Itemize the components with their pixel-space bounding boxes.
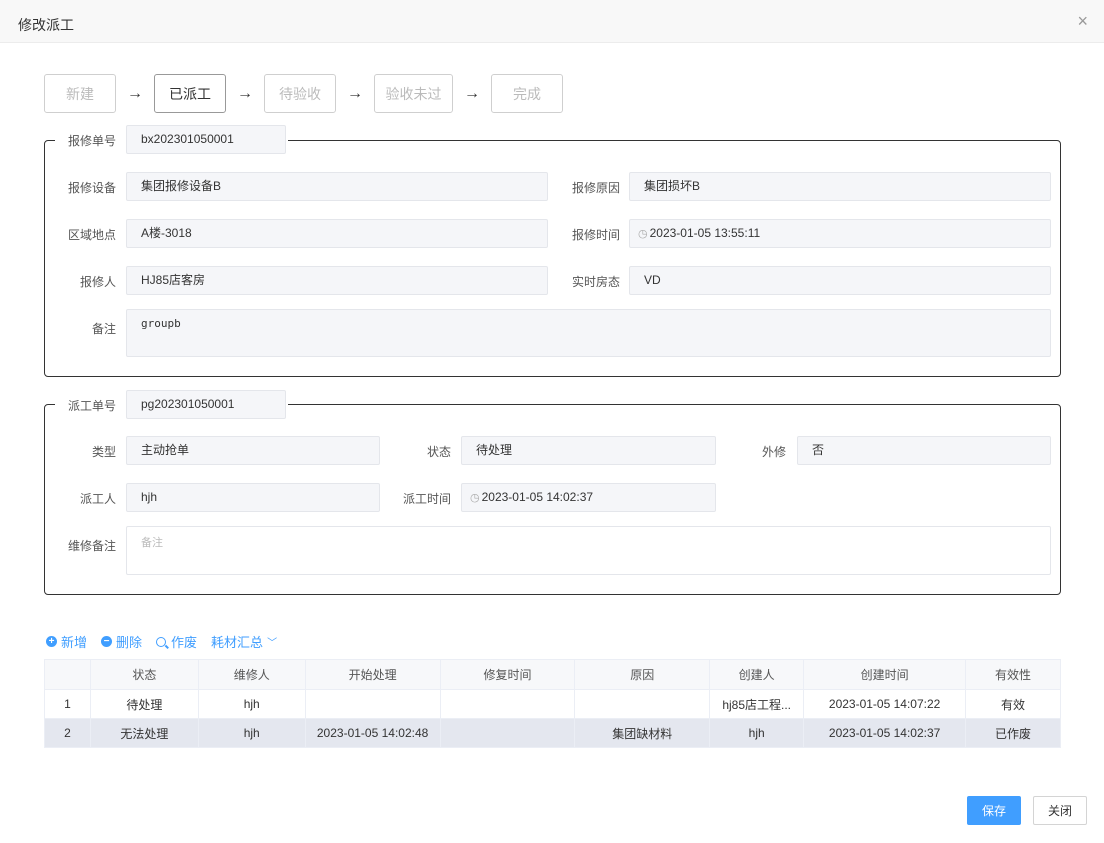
table-cell: 2023-01-05 14:07:22 [803, 689, 967, 719]
status-field[interactable]: 待处理 [461, 436, 716, 465]
step-dispatched: 已派工 [154, 74, 226, 113]
search-icon [156, 636, 167, 647]
progress-steps: 新建 → 已派工 → 待验收 → 验收未过 → 完成 [44, 74, 563, 113]
arrow-right-icon: → [464, 84, 480, 102]
dialog-titlebar: 修改派工 × [0, 0, 1104, 43]
outsource-label: 外修 [761, 445, 786, 459]
table-cell [304, 689, 441, 719]
grid-toolbar: + 新增 − 删除 作废 耗材汇总 ﹀ [46, 632, 291, 651]
table-cell: 已作废 [965, 718, 1061, 748]
table-cell: hjh [197, 718, 306, 748]
repair-no-field[interactable]: bx202301050001 [126, 125, 286, 154]
arrow-right-icon: → [127, 84, 143, 102]
table-header-row: 状态 维修人 开始处理 修复时间 原因 创建人 创建时间 有效性 [44, 659, 1061, 690]
dialog-title: 修改派工 [18, 17, 74, 33]
reason-field[interactable]: 集团损坏B [629, 172, 1051, 201]
column-header-repairer[interactable]: 维修人 [197, 659, 306, 690]
status-label: 状态 [426, 445, 451, 459]
table-cell: hjh [197, 689, 306, 719]
repair-time-field[interactable]: ◷ 2023-01-05 13:55:11 [629, 219, 1051, 248]
device-label: 报修设备 [67, 181, 116, 195]
void-button[interactable]: 作废 [156, 632, 197, 651]
delete-label: 删除 [116, 635, 143, 650]
worker-field[interactable]: hjh [126, 483, 380, 512]
clock-icon: ◷ [638, 228, 648, 240]
worker-label: 派工人 [79, 492, 116, 506]
column-header-reason[interactable]: 原因 [574, 659, 711, 690]
table-cell: 2023-01-05 14:02:48 [304, 718, 441, 748]
add-button[interactable]: + 新增 [46, 632, 87, 651]
clock-icon: ◷ [470, 492, 480, 504]
column-header-creator[interactable]: 创建人 [709, 659, 805, 690]
reporter-field[interactable]: HJ85店客房 [126, 266, 548, 295]
step-acceptance-failed: 验收未过 [374, 74, 453, 113]
repair-time-label: 报修时间 [571, 228, 620, 242]
table-cell: 待处理 [89, 689, 199, 719]
table-cell: hjh [709, 718, 805, 748]
chevron-down-icon: ﹀ [267, 638, 278, 649]
close-icon[interactable]: × [1077, 11, 1088, 32]
repair-time-value: 2023-01-05 13:55:11 [649, 226, 761, 240]
table-cell [574, 689, 711, 719]
device-field[interactable]: 集团报修设备B [126, 172, 548, 201]
column-header-created-time[interactable]: 创建时间 [803, 659, 967, 690]
close-button[interactable]: 关闭 [1033, 796, 1087, 825]
material-summary-dropdown[interactable]: 耗材汇总 ﹀ [211, 632, 277, 651]
remark-textarea[interactable]: groupb [126, 309, 1051, 357]
column-header-start[interactable]: 开始处理 [304, 659, 441, 690]
table-cell [439, 689, 576, 719]
table-row[interactable]: 1 待处理 hjh hj85店工程... 2023-01-05 14:07:22… [44, 689, 1061, 719]
summary-label: 耗材汇总 [211, 635, 264, 650]
plus-circle-icon: + [46, 636, 57, 647]
table-cell: hj85店工程... [709, 689, 805, 719]
save-button[interactable]: 保存 [967, 796, 1021, 825]
dispatch-time-value: 2023-01-05 14:02:37 [481, 490, 594, 504]
reason-label: 报修原因 [571, 181, 620, 195]
table-row[interactable]: 2 无法处理 hjh 2023-01-05 14:02:48 集团缺材料 hjh… [44, 718, 1061, 748]
location-label: 区域地点 [67, 228, 116, 242]
table-cell: 2 [44, 718, 91, 748]
step-pending-acceptance: 待验收 [264, 74, 336, 113]
remark-label: 备注 [91, 322, 116, 336]
dispatch-records-table: 状态 维修人 开始处理 修复时间 原因 创建人 创建时间 有效性 1 待处理 h… [44, 659, 1061, 748]
repair-no-label: 报修单号 [67, 134, 116, 148]
reporter-label: 报修人 [79, 275, 116, 289]
table-cell: 1 [44, 689, 91, 719]
delete-button[interactable]: − 删除 [101, 632, 142, 651]
column-header-fix-time[interactable]: 修复时间 [439, 659, 576, 690]
add-label: 新增 [61, 635, 88, 650]
table-cell: 2023-01-05 14:02:37 [803, 718, 967, 748]
step-complete: 完成 [491, 74, 563, 113]
column-header-index [44, 659, 91, 690]
table-cell: 有效 [965, 689, 1061, 719]
void-label: 作废 [171, 635, 198, 650]
type-label: 类型 [91, 445, 116, 459]
outsource-field[interactable]: 否 [797, 436, 1051, 465]
minus-circle-icon: − [101, 636, 113, 647]
repair-remark-label: 维修备注 [67, 539, 116, 553]
location-field[interactable]: A楼-3018 [126, 219, 548, 248]
repair-remark-textarea[interactable]: 备注 [126, 526, 1051, 575]
room-status-field[interactable]: VD [629, 266, 1051, 295]
column-header-status[interactable]: 状态 [89, 659, 199, 690]
table-cell: 无法处理 [89, 718, 199, 748]
column-header-validity[interactable]: 有效性 [965, 659, 1061, 690]
table-cell [439, 718, 576, 748]
dispatch-time-field[interactable]: ◷ 2023-01-05 14:02:37 [461, 483, 716, 512]
arrow-right-icon: → [347, 84, 363, 102]
type-field[interactable]: 主动抢单 [126, 436, 380, 465]
dispatch-time-label: 派工时间 [402, 492, 451, 506]
arrow-right-icon: → [237, 84, 253, 102]
table-cell: 集团缺材料 [574, 718, 711, 748]
step-new: 新建 [44, 74, 116, 113]
dispatch-no-label: 派工单号 [67, 399, 116, 413]
dispatch-no-field[interactable]: pg202301050001 [126, 390, 286, 419]
room-status-label: 实时房态 [571, 275, 620, 289]
